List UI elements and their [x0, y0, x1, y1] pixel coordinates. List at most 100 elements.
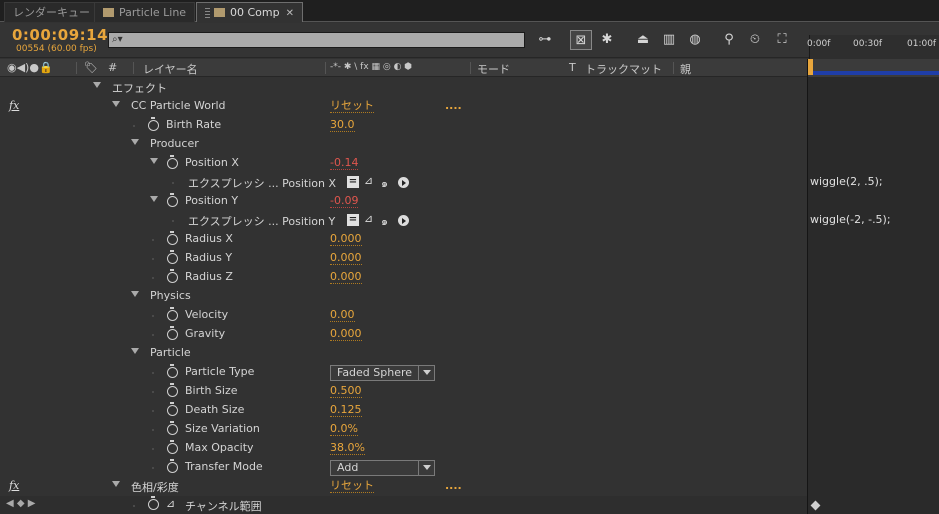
- graph-icon[interactable]: ⊿: [166, 497, 175, 510]
- pick-whip-icon[interactable]: ๑: [381, 174, 388, 192]
- property-value[interactable]: 0.500: [330, 384, 362, 398]
- property-transfer-mode[interactable]: Transfer Mode Add: [0, 458, 807, 477]
- expression-position-x[interactable]: エクスプレッシ ... Position X = ⊿ ๑: [0, 173, 807, 192]
- property-value[interactable]: 0.000: [330, 327, 362, 341]
- property-radius-x[interactable]: Radius X 0.000: [0, 230, 807, 249]
- property-value[interactable]: 0.0%: [330, 422, 358, 436]
- brainstorm-icon[interactable]: ◍: [684, 30, 706, 50]
- stopwatch-icon[interactable]: [148, 496, 159, 510]
- shy-layers-icon[interactable]: ✱: [596, 30, 618, 50]
- reset-link[interactable]: リセット: [330, 479, 374, 493]
- property-value[interactable]: 30.0: [330, 118, 355, 132]
- fx-icon[interactable]: fx: [9, 479, 19, 492]
- expression-text-x[interactable]: wiggle(2, .5);: [810, 175, 883, 188]
- expand-triangle-icon[interactable]: [131, 291, 139, 297]
- stopwatch-icon[interactable]: [167, 421, 178, 435]
- property-position-x[interactable]: Position X -0.14: [0, 154, 807, 173]
- stopwatch-icon[interactable]: [167, 440, 178, 454]
- label-tag-icon[interactable]: 🏷: [84, 61, 98, 74]
- stopwatch-icon[interactable]: [167, 155, 178, 169]
- stopwatch-icon[interactable]: [148, 117, 159, 131]
- property-group-physics[interactable]: Physics: [0, 287, 807, 306]
- switches-icons[interactable]: -*- ✱ \ fx ▦ ◎ ◐ ⬢: [330, 62, 412, 72]
- property-radius-y[interactable]: Radius Y 0.000: [0, 249, 807, 268]
- property-particle-type[interactable]: Particle Type Faded Sphere: [0, 363, 807, 382]
- column-layer-name[interactable]: レイヤー名: [143, 61, 198, 77]
- stopwatch-icon[interactable]: [167, 269, 178, 283]
- expression-language-menu-icon[interactable]: [398, 215, 409, 226]
- particle-type-dropdown[interactable]: Faded Sphere: [330, 365, 435, 381]
- property-max-opacity[interactable]: Max Opacity 38.0%: [0, 439, 807, 458]
- expand-triangle-icon[interactable]: [131, 348, 139, 354]
- stopwatch-icon[interactable]: [167, 193, 178, 207]
- auto-keyframe-icon[interactable]: ⚲: [718, 30, 740, 50]
- current-time[interactable]: 0:00:09:14: [12, 26, 108, 44]
- property-group-producer[interactable]: Producer: [0, 135, 807, 154]
- graph-editor-icon[interactable]: ⏲: [744, 30, 766, 50]
- expression-enable-icon[interactable]: =: [347, 176, 359, 188]
- column-track-matte[interactable]: トラックマット: [585, 61, 662, 77]
- property-value[interactable]: 0.000: [330, 232, 362, 246]
- property-value[interactable]: 38.0%: [330, 441, 365, 455]
- stopwatch-icon[interactable]: [167, 250, 178, 264]
- expand-triangle-icon[interactable]: [131, 139, 139, 145]
- tab-render-queue[interactable]: レンダーキュー: [4, 2, 99, 22]
- property-value[interactable]: 0.000: [330, 251, 362, 265]
- work-area-bar[interactable]: [808, 59, 939, 77]
- expand-triangle-icon[interactable]: [150, 196, 158, 202]
- stopwatch-icon[interactable]: [167, 307, 178, 321]
- frame-blending-icon[interactable]: ⏏: [632, 30, 654, 50]
- property-value[interactable]: -0.14: [330, 156, 359, 170]
- stopwatch-icon[interactable]: [167, 231, 178, 245]
- property-birth-size[interactable]: Birth Size 0.500: [0, 382, 807, 401]
- expression-position-y[interactable]: エクスプレッシ ... Position Y = ⊿ ๑: [0, 211, 807, 230]
- av-features-icon[interactable]: ◉◀)●🔒: [7, 61, 53, 74]
- tab-00-comp[interactable]: 00 Comp ✕: [196, 2, 303, 22]
- property-value[interactable]: 0.125: [330, 403, 362, 417]
- expand-triangle-icon[interactable]: [112, 481, 120, 487]
- stopwatch-icon[interactable]: [167, 459, 178, 473]
- property-radius-z[interactable]: Radius Z 0.000: [0, 268, 807, 287]
- fx-icon[interactable]: fx: [9, 99, 19, 112]
- property-position-y[interactable]: Position Y -0.09: [0, 192, 807, 211]
- stopwatch-icon[interactable]: [167, 364, 178, 378]
- property-value[interactable]: 0.000: [330, 270, 362, 284]
- search-input[interactable]: ⌕▾: [108, 32, 525, 48]
- property-group-effects[interactable]: エフェクト: [0, 78, 807, 97]
- effect-cc-particle-world[interactable]: fx CC Particle World リセット ....: [0, 97, 807, 116]
- timeline-options-icon[interactable]: ⛶: [771, 30, 793, 50]
- property-value[interactable]: 0.00: [330, 308, 355, 322]
- options-link[interactable]: ....: [445, 479, 462, 492]
- graph-overlay-icon[interactable]: ⊿: [364, 212, 373, 225]
- property-death-size[interactable]: Death Size 0.125: [0, 401, 807, 420]
- transfer-mode-dropdown[interactable]: Add: [330, 460, 435, 476]
- property-value[interactable]: -0.09: [330, 194, 359, 208]
- timeline-graph-area[interactable]: wiggle(2, .5); wiggle(-2, -.5);: [807, 59, 939, 514]
- property-group-particle[interactable]: Particle: [0, 344, 807, 363]
- comp-mini-flowchart-icon[interactable]: ⊶: [534, 30, 556, 50]
- expand-triangle-icon[interactable]: [93, 82, 101, 88]
- expression-language-menu-icon[interactable]: [398, 177, 409, 188]
- stopwatch-icon[interactable]: [167, 326, 178, 340]
- close-icon[interactable]: ✕: [286, 8, 294, 19]
- expand-triangle-icon[interactable]: [150, 158, 158, 164]
- property-velocity[interactable]: Velocity 0.00: [0, 306, 807, 325]
- stopwatch-icon[interactable]: [167, 383, 178, 397]
- effect-hue-saturation[interactable]: fx 色相/彩度 リセット ....: [0, 477, 807, 496]
- keyframe-diamond-icon[interactable]: [810, 500, 821, 511]
- reset-link[interactable]: リセット: [330, 99, 374, 113]
- column-parent[interactable]: 親: [680, 61, 691, 77]
- column-mode[interactable]: モード: [477, 61, 510, 77]
- keyframe-navigator-icon[interactable]: ◀ ◆ ▶: [6, 498, 35, 509]
- options-link[interactable]: ....: [445, 99, 462, 112]
- pick-whip-icon[interactable]: ๑: [381, 212, 388, 230]
- graph-overlay-icon[interactable]: ⊿: [364, 174, 373, 187]
- expand-triangle-icon[interactable]: [112, 101, 120, 107]
- property-size-variation[interactable]: Size Variation 0.0%: [0, 420, 807, 439]
- time-ruler[interactable]: 0:00f 00:30f 01:00f: [807, 35, 939, 60]
- motion-blur-icon[interactable]: ▥: [658, 30, 680, 50]
- property-birth-rate[interactable]: Birth Rate 30.0: [0, 116, 807, 135]
- tab-particle-line[interactable]: Particle Line: [94, 2, 196, 22]
- draft-3d-icon[interactable]: ⊠: [570, 30, 592, 50]
- grip-icon[interactable]: [205, 6, 210, 18]
